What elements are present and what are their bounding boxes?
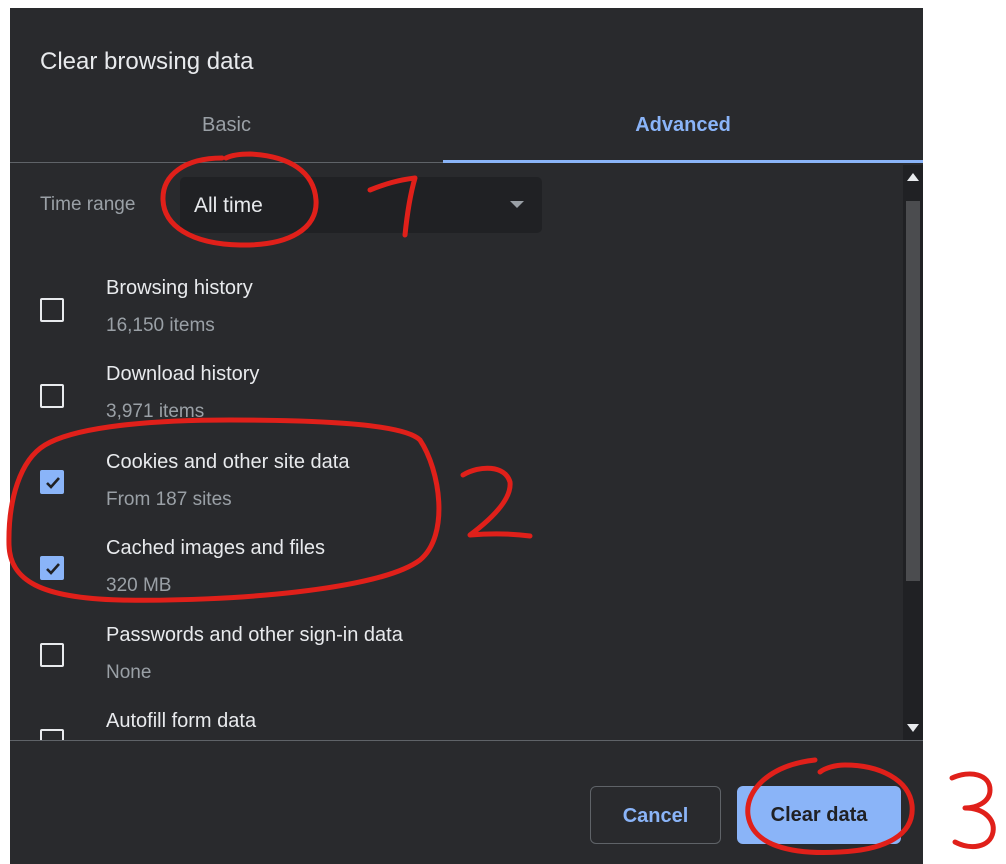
- dialog-title: Clear browsing data: [40, 48, 254, 75]
- active-tab-indicator: [443, 160, 923, 163]
- time-range-label: Time range: [40, 194, 136, 215]
- clear-browsing-data-dialog: Clear browsing data Basic Advanced Time …: [10, 8, 923, 864]
- option-detail: 320 MB: [106, 575, 172, 596]
- option-detail: None: [106, 662, 152, 683]
- autofill-checkbox[interactable]: [40, 729, 64, 740]
- scrollbar[interactable]: [903, 165, 923, 740]
- cookies-checkbox[interactable]: [40, 470, 64, 494]
- scroll-thumb[interactable]: [906, 201, 920, 581]
- option-label: Autofill form data: [106, 710, 257, 732]
- option-passwords[interactable]: Passwords and other sign-in data None: [10, 610, 903, 696]
- time-range-value: All time: [194, 194, 263, 217]
- option-label: Download history: [106, 363, 260, 385]
- passwords-checkbox[interactable]: [40, 643, 64, 667]
- option-label: Cached images and files: [106, 537, 326, 559]
- option-cached-images[interactable]: Cached images and files 320 MB: [10, 523, 903, 609]
- option-download-history[interactable]: Download history 3,971 items: [10, 349, 903, 435]
- clear-data-button[interactable]: Clear data: [737, 786, 901, 844]
- scroll-down-arrow-icon[interactable]: [907, 724, 919, 732]
- checkmark-icon: [46, 477, 60, 489]
- scroll-up-arrow-icon[interactable]: [907, 173, 919, 181]
- option-label: Browsing history: [106, 277, 253, 299]
- download-history-checkbox[interactable]: [40, 384, 64, 408]
- option-browsing-history[interactable]: Browsing history 16,150 items: [10, 263, 903, 349]
- tab-advanced[interactable]: Advanced: [443, 94, 923, 162]
- tab-bar: Basic Advanced: [10, 94, 923, 164]
- dropdown-arrow-icon: [510, 201, 524, 208]
- option-cookies[interactable]: Cookies and other site data From 187 sit…: [10, 437, 903, 523]
- time-range-select[interactable]: All time: [180, 177, 542, 233]
- annotation-number-3: [949, 771, 996, 850]
- option-label: Passwords and other sign-in data: [106, 624, 403, 646]
- options-list: Time range All time Browsing history 16,…: [10, 165, 903, 740]
- option-label: Cookies and other site data: [106, 451, 350, 473]
- cached-images-checkbox[interactable]: [40, 556, 64, 580]
- checkmark-icon: [46, 563, 60, 575]
- tab-basic[interactable]: Basic: [10, 94, 443, 162]
- option-autofill[interactable]: Autofill form data: [10, 696, 903, 740]
- option-detail: From 187 sites: [106, 489, 232, 510]
- option-detail: 16,150 items: [106, 315, 215, 336]
- browsing-history-checkbox[interactable]: [40, 298, 64, 322]
- cancel-button[interactable]: Cancel: [590, 786, 721, 844]
- option-detail: 3,971 items: [106, 401, 205, 422]
- footer-divider: [10, 740, 923, 741]
